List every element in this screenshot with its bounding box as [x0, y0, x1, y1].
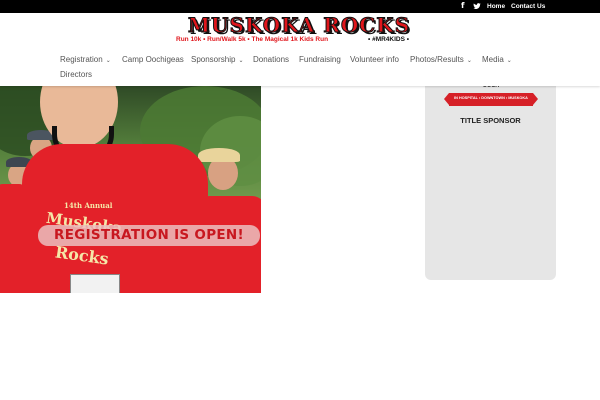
nav-item-label: Sponsorship: [191, 55, 236, 64]
nav-item-label: Directors: [60, 70, 93, 79]
twitter-icon[interactable]: [473, 1, 481, 12]
chevron-down-icon: ⌄: [105, 58, 111, 64]
top-bar: f Home Contact Us: [0, 0, 600, 13]
main-nav: Registration ⌄ Camp Oochigeas Sponsorship…: [0, 13, 600, 86]
sponsor-ribbon-text: IN HOSPITAL • DOWNTOWN • MUSKOKA: [454, 96, 528, 100]
registration-open-banner[interactable]: REGISTRATION IS OPEN!: [38, 225, 260, 246]
chevron-down-icon: ⌄: [238, 58, 244, 64]
nav-item-camp-oochigeas[interactable]: Camp Oochigeas: [122, 55, 184, 64]
nav-item-photos-results[interactable]: Photos/Results ⌄: [410, 55, 472, 64]
nav-item-label: Registration: [60, 55, 103, 64]
nav-item-donations[interactable]: Donations: [253, 55, 289, 64]
nav-item-fundraising[interactable]: Fundraising: [299, 55, 341, 64]
nav-item-label: Media: [482, 55, 504, 64]
facebook-icon[interactable]: f: [461, 1, 464, 10]
nav-item-label: Volunteer info: [350, 55, 399, 64]
sidebar-sponsor-panel: OOCH IN HOSPITAL • DOWNTOWN • MUSKOKA TI…: [425, 74, 556, 280]
nav-item-directors[interactable]: Directors: [60, 70, 92, 79]
race-bib: [70, 274, 120, 293]
nav-item-label: Photos/Results: [410, 55, 464, 64]
site-header: MUSKOKA ROCKS Run 10k • Run/Walk 5k • Th…: [0, 13, 600, 86]
nav-item-media[interactable]: Media ⌄: [482, 55, 512, 64]
nav-item-volunteer-info[interactable]: Volunteer info: [350, 55, 399, 64]
sponsor-logo[interactable]: OOCH IN HOSPITAL • DOWNTOWN • MUSKOKA: [444, 83, 538, 109]
nav-item-registration[interactable]: Registration ⌄: [60, 55, 111, 64]
banner-text: REGISTRATION IS OPEN!: [54, 227, 244, 243]
sponsor-ribbon: IN HOSPITAL • DOWNTOWN • MUSKOKA: [444, 93, 538, 106]
chevron-down-icon: ⌄: [466, 58, 472, 64]
nav-item-label: Donations: [253, 55, 290, 64]
title-sponsor-label: TITLE SPONSOR: [460, 116, 521, 125]
shirt-text: 14th Annual: [64, 201, 113, 210]
hero-image[interactable]: 14th Annual Muskoka Rocks REGISTRATION I…: [0, 86, 261, 293]
contact-us-link[interactable]: Contact Us: [511, 3, 545, 10]
nav-item-label: Camp Oochigeas: [122, 55, 184, 64]
nav-item-sponsorship[interactable]: Sponsorship ⌄: [191, 55, 244, 64]
nav-item-label: Fundraising: [299, 55, 341, 64]
home-link[interactable]: Home: [487, 3, 505, 10]
runner-cap: [198, 148, 240, 162]
chevron-down-icon: ⌄: [506, 58, 512, 64]
